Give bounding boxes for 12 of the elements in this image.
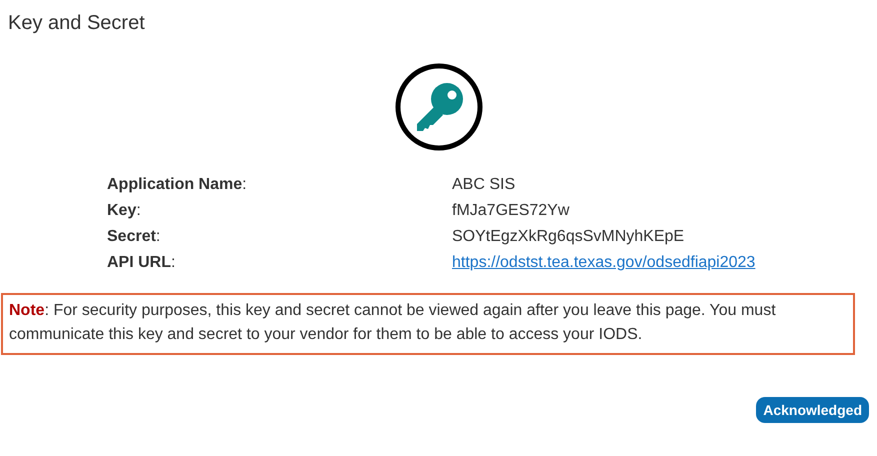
field-label: Secret: [107,227,160,247]
field-value: ABC SIS [452,175,516,195]
field-label: API URL: [107,253,176,273]
page-title: Key and Secret [8,12,146,35]
field-label: Key: [107,201,141,221]
field-label: Application Name: [107,175,247,195]
security-note: Note: For security purposes, this key and secret cannot be viewed again after you leave this page. You must communicate this key and secret to your vendor for them to be able to access your IODS. [1,293,855,355]
field-value: SOYtEgzXkRg6qsSvMNyhKEpE [452,227,684,247]
api-url-link[interactable]: https://odstst.tea.texas.gov/odsedfiapi2023 [452,253,756,273]
acknowledged-button[interactable]: Acknowledged [756,397,869,423]
key-icon [394,63,482,151]
field-value: fMJa7GES72Yw [452,201,570,221]
